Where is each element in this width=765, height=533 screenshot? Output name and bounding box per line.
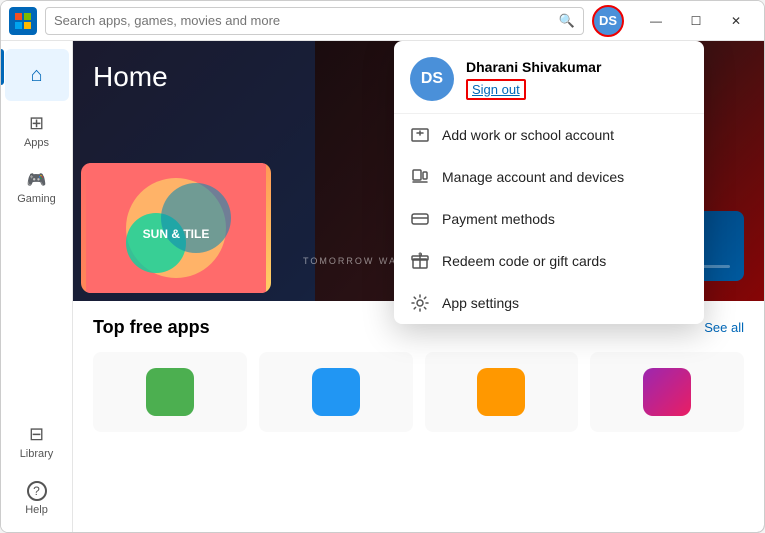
search-icon: 🔍: [559, 13, 575, 29]
dropdown-item-payment[interactable]: Payment methods: [394, 198, 704, 240]
sidebar: ⌂ ⊞ Apps 🎮 Gaming ⊟ Library ? Help: [1, 41, 73, 532]
sidebar-item-home[interactable]: ⌂: [5, 49, 69, 101]
active-indicator: [1, 49, 4, 85]
add-work-label: Add work or school account: [442, 127, 614, 143]
sidebar-item-help[interactable]: ? Help: [5, 472, 69, 524]
payment-icon: [410, 209, 430, 229]
search-input[interactable]: [54, 13, 553, 28]
sidebar-item-help-label: Help: [25, 504, 48, 516]
dropdown-overlay: DS Dharani Shivakumar Sign out: [73, 41, 764, 532]
dropdown-item-settings[interactable]: App settings: [394, 282, 704, 324]
dropdown-username: Dharani Shivakumar: [466, 59, 688, 75]
user-dropdown-menu: DS Dharani Shivakumar Sign out: [394, 41, 704, 324]
sidebar-item-apps-label: Apps: [24, 137, 49, 149]
dropdown-item-manage[interactable]: Manage account and devices: [394, 156, 704, 198]
sidebar-item-gaming-label: Gaming: [17, 193, 56, 205]
titlebar: 🔍 DS — ☐ ✕: [1, 1, 764, 41]
sidebar-item-gaming[interactable]: 🎮 Gaming: [5, 161, 69, 213]
close-button[interactable]: ✕: [716, 5, 756, 37]
sidebar-item-library-label: Library: [20, 448, 54, 460]
redeem-label: Redeem code or gift cards: [442, 253, 606, 269]
apps-icon: ⊞: [29, 113, 44, 134]
sign-out-link[interactable]: Sign out: [466, 79, 526, 100]
app-settings-label: App settings: [442, 295, 519, 311]
dropdown-header: DS Dharani Shivakumar Sign out: [394, 41, 704, 114]
app-window: 🔍 DS — ☐ ✕ ⌂ ⊞ Apps 🎮 Gaming: [0, 0, 765, 533]
dropdown-avatar: DS: [410, 57, 454, 101]
help-icon: ?: [27, 481, 47, 501]
payment-label: Payment methods: [442, 211, 555, 227]
sidebar-item-apps[interactable]: ⊞ Apps: [5, 105, 69, 157]
sidebar-item-library[interactable]: ⊟ Library: [5, 416, 69, 468]
add-work-icon: [410, 125, 430, 145]
gaming-icon: 🎮: [27, 170, 47, 190]
gift-icon: [410, 251, 430, 271]
dropdown-item-redeem[interactable]: Redeem code or gift cards: [394, 240, 704, 282]
settings-icon: [410, 293, 430, 313]
ms-store-logo: [9, 7, 37, 35]
content-area: Home SUN & TILE: [73, 41, 764, 532]
window-controls: — ☐ ✕: [636, 5, 756, 37]
library-icon: ⊟: [29, 424, 44, 445]
main-area: ⌂ ⊞ Apps 🎮 Gaming ⊟ Library ? Help: [1, 41, 764, 532]
manage-icon: [410, 167, 430, 187]
maximize-button[interactable]: ☐: [676, 5, 716, 37]
user-avatar-button[interactable]: DS: [592, 5, 624, 37]
manage-label: Manage account and devices: [442, 169, 624, 185]
minimize-button[interactable]: —: [636, 5, 676, 37]
home-icon: ⌂: [30, 64, 42, 87]
dropdown-user-info: Dharani Shivakumar Sign out: [466, 59, 688, 100]
search-bar[interactable]: 🔍: [45, 7, 584, 35]
dropdown-item-add-work[interactable]: Add work or school account: [394, 114, 704, 156]
